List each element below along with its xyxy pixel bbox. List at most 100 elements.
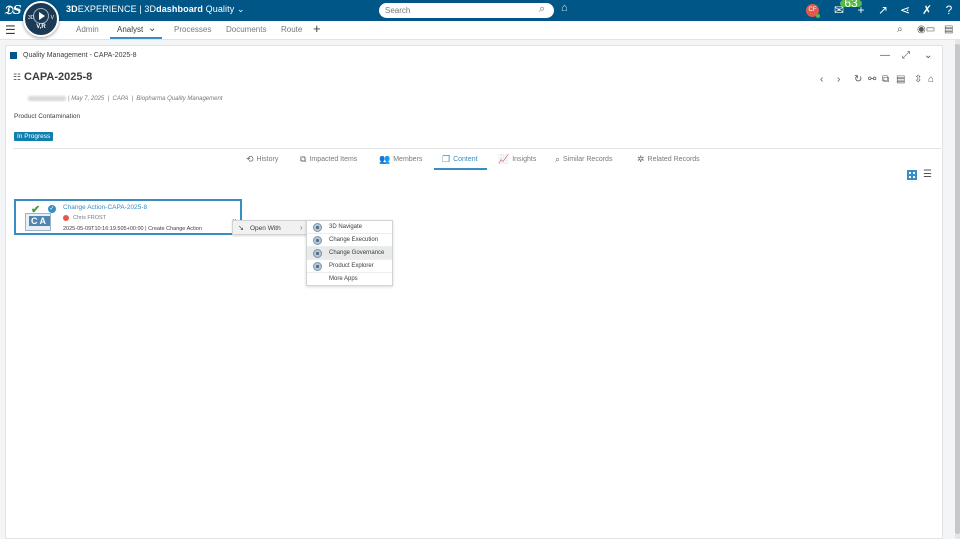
maximize-icon[interactable]: ⤢	[902, 50, 910, 61]
scrollbar-thumb[interactable]	[955, 44, 960, 534]
menu-item-more-apps[interactable]: More Apps	[307, 273, 392, 286]
link-icon[interactable]: ⚯	[868, 74, 876, 85]
open-with-icon: ↘	[238, 225, 244, 232]
find-icon[interactable]: ⌕	[897, 24, 903, 35]
tile-owner: Chris FROST	[63, 215, 106, 221]
tab-analyst-chevron-icon[interactable]: ⌄	[148, 23, 156, 34]
open-with-submenu: 3D Navigate Change Execution Change Gove…	[306, 220, 393, 286]
toggle-view-icon[interactable]: ◉▭	[917, 24, 935, 35]
subtab-content[interactable]: ❐ Content	[442, 154, 478, 165]
menu-item-label: Change Execution	[329, 237, 379, 243]
menu-item-change-governance[interactable]: Change Governance	[307, 247, 392, 260]
compass-v-label: V	[50, 15, 54, 21]
chevron-right-icon: ›	[300, 223, 303, 232]
change-governance-icon	[313, 249, 322, 258]
search-icon[interactable]: ⌕	[539, 3, 545, 16]
subtab-label: Related Records	[647, 156, 700, 163]
chevron-down-icon: ⌄	[236, 4, 245, 14]
change-execution-icon	[313, 236, 322, 245]
tools-icon[interactable]: ✗	[916, 3, 938, 17]
menu-icon[interactable]: ☰	[5, 23, 16, 37]
chat-icon[interactable]: ▤	[944, 24, 953, 35]
owner-name: Chris FROST	[73, 215, 106, 221]
share-icon[interactable]: ↗	[872, 3, 894, 17]
tab-route[interactable]: Route	[281, 25, 302, 34]
menu-item-3d-navigate[interactable]: 3D Navigate	[307, 221, 392, 234]
content-tile[interactable]: ✔ CA ✓ Change Action-CAPA-2025-8 Chris F…	[14, 199, 242, 235]
menu-item-label: Change Governance	[329, 250, 385, 256]
product-explorer-icon	[313, 262, 322, 271]
record-type-icon: ☷	[13, 72, 22, 82]
minimize-icon[interactable]: —	[880, 50, 890, 61]
list-view-icon[interactable]: ☰	[923, 170, 932, 180]
active-tab-indicator	[110, 37, 162, 39]
related-records-icon: ✲	[637, 154, 645, 164]
report-icon[interactable]: ▤	[896, 74, 905, 85]
divider	[13, 148, 941, 149]
refresh-icon[interactable]: ↻	[854, 74, 862, 85]
owner-avatar	[63, 215, 69, 221]
menu-item-change-execution[interactable]: Change Execution	[307, 234, 392, 247]
checkmark-icon: ✔	[31, 204, 41, 216]
subtab-members[interactable]: 👥 Members	[379, 154, 422, 165]
help-icon[interactable]: ?	[938, 3, 960, 17]
menu-item-label: More Apps	[329, 276, 358, 282]
tab-processes[interactable]: Processes	[174, 25, 211, 34]
brand-app: dashboard	[156, 4, 204, 14]
compass-3d-label: 3D	[28, 15, 35, 21]
subtab-label: Content	[453, 156, 478, 163]
tag-icon[interactable]: ⌂	[561, 2, 568, 14]
subtab-insights[interactable]: 📈 Insights	[498, 154, 536, 165]
top-bar: 𝔇S 3DEXPERIENCE | 3Ddashboard Quality ⌄ …	[0, 0, 960, 21]
subtab-impacted-items[interactable]: ⧉ Impacted Items	[300, 154, 357, 165]
network-icon[interactable]: ⋖	[894, 3, 916, 17]
impacted-items-icon: ⧉	[300, 154, 307, 164]
tab-admin[interactable]: Admin	[76, 25, 99, 34]
change-action-thumbnail: ✔ CA ✓	[21, 203, 56, 231]
home-icon[interactable]: ⌂	[928, 74, 934, 85]
widget-menu-chevron-icon[interactable]: ⌄	[924, 50, 932, 61]
subtab-similar-records[interactable]: ⌕ Similar Records	[555, 154, 612, 165]
subtab-related-records[interactable]: ✲ Related Records	[637, 154, 700, 165]
redacted-owner	[28, 96, 66, 101]
subtab-label: Members	[393, 156, 423, 163]
compass-icon[interactable]: 3D V V,R	[23, 1, 59, 37]
open-external-icon[interactable]: ⧉	[882, 74, 889, 85]
search-input[interactable]	[379, 3, 554, 18]
dashboard-tab-bar: ☰ Admin Analyst ⌄ Processes Documents Ro…	[0, 21, 960, 40]
tile-title[interactable]: Change Action-CAPA-2025-8	[63, 204, 147, 211]
tab-documents[interactable]: Documents	[226, 25, 266, 34]
user-avatar[interactable]: CF	[806, 3, 820, 18]
add-tab-icon[interactable]: +	[313, 21, 321, 36]
status-badge: In Progress	[14, 132, 54, 141]
collapse-icon[interactable]: ⇳	[914, 74, 922, 85]
menu-item-label: Product Explorer	[329, 263, 374, 269]
notification-badge: 63	[840, 0, 862, 9]
next-icon[interactable]: ›	[837, 74, 840, 85]
record-type: CAPA	[112, 96, 129, 103]
history-icon: ⟲	[246, 154, 254, 164]
record-description: Product Contamination	[14, 113, 81, 120]
quality-management-widget: Quality Management - CAPA-2025-8 — ⤢ ⌄ ☷…	[5, 45, 943, 539]
similar-records-icon: ⌕	[555, 154, 561, 164]
tab-analyst[interactable]: Analyst	[117, 25, 143, 34]
subtab-history[interactable]: ⟲ History	[246, 154, 278, 165]
tile-view-icon[interactable]	[907, 170, 917, 180]
record-meta: | May 7, 2025 | CAPA | Biopharma Quality…	[28, 96, 222, 102]
play-icon	[39, 12, 45, 20]
record-date: May 7, 2025	[71, 96, 105, 103]
compass-version: V,R	[36, 24, 46, 30]
dassault-logo-icon[interactable]: 𝔇S	[4, 3, 22, 18]
check-badge-icon: ✓	[48, 205, 56, 213]
subtab-label: Impacted Items	[309, 156, 358, 163]
widget-app-icon	[10, 52, 17, 59]
menu-item-product-explorer[interactable]: Product Explorer	[307, 260, 392, 273]
active-subtab-indicator	[434, 168, 487, 170]
members-icon: 👥	[379, 154, 391, 164]
platform-brand[interactable]: 3DEXPERIENCE | 3Ddashboard Quality ⌄	[66, 4, 245, 15]
notifications-icon[interactable]: ✉ 63	[828, 0, 862, 17]
open-with-menu-item[interactable]: ↘ Open With ›	[232, 220, 310, 235]
widget-title: Quality Management - CAPA-2025-8	[23, 52, 137, 59]
record-title: CAPA-2025-8	[24, 71, 93, 83]
previous-icon[interactable]: ‹	[820, 74, 823, 85]
